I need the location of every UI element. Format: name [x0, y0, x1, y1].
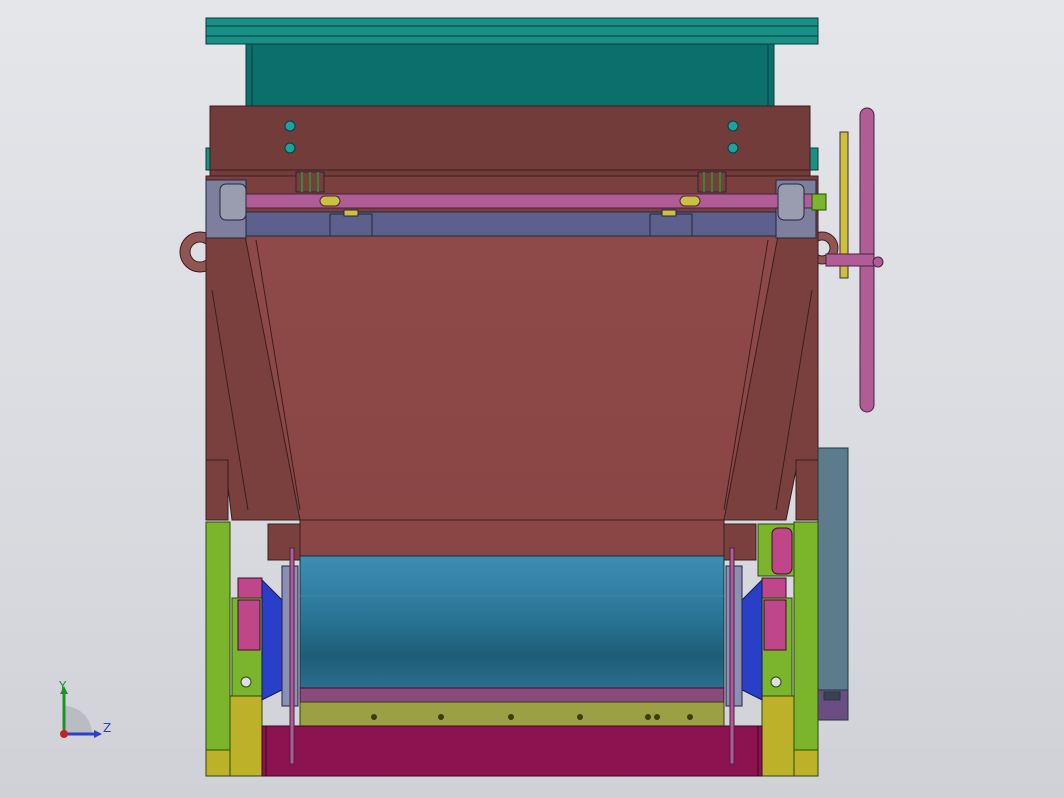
bolt-hole-icon [727, 120, 739, 132]
pulley-right[interactable] [697, 171, 727, 193]
handwheel[interactable] [825, 107, 884, 413]
bolt-hole-icon [284, 120, 296, 132]
drum-roller[interactable] [299, 555, 725, 691]
base-trough[interactable] [261, 725, 763, 777]
feed-chute[interactable] [245, 43, 775, 109]
axis-y-label: Y [59, 679, 67, 693]
drive-pulley-right[interactable] [757, 523, 795, 577]
bearing-right[interactable] [725, 565, 793, 707]
model-drawing[interactable] [0, 0, 1064, 798]
bolt-hole-icon [727, 142, 739, 154]
tie-rod-left [289, 547, 295, 765]
bolt-hole-icon [284, 142, 296, 154]
tie-rod-right [729, 547, 735, 765]
axis-z-label: Z [103, 721, 112, 735]
top-flange-plate[interactable] [205, 17, 819, 45]
cad-viewport[interactable]: Y Z [0, 0, 1064, 798]
motor-housing[interactable] [817, 447, 849, 721]
bottom-rail[interactable] [299, 687, 725, 729]
coordinate-triad[interactable] [60, 686, 102, 738]
side-strip-right [809, 147, 819, 171]
bearing-left[interactable] [231, 565, 299, 707]
pulley-left[interactable] [295, 171, 325, 193]
hopper-top-plate[interactable] [209, 105, 811, 177]
